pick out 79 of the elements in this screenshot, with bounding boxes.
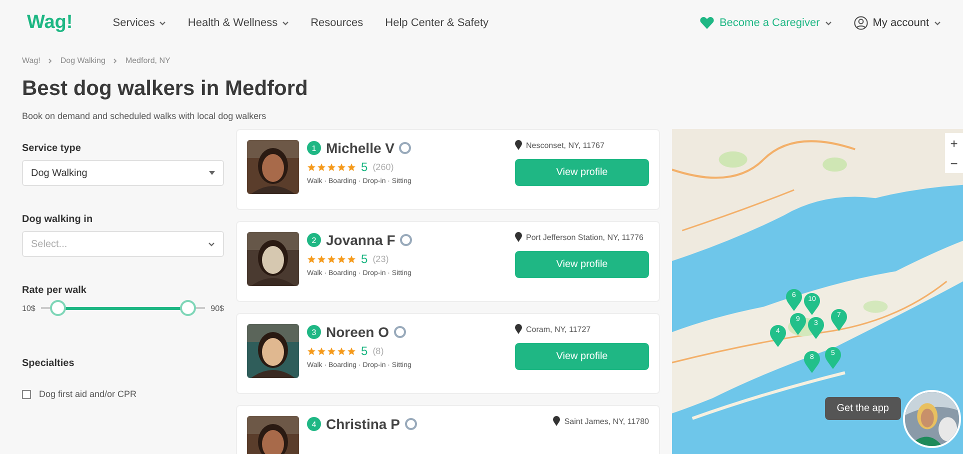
rank-badge: 1 (307, 141, 321, 155)
info-icon[interactable] (399, 142, 412, 154)
filter-label: Service type (22, 143, 82, 154)
rate-slider[interactable] (41, 302, 205, 314)
min-rate: 10$ (22, 304, 36, 312)
account-menu[interactable]: My account (854, 16, 941, 30)
chevron-right-icon (113, 58, 118, 64)
location-pin-icon (515, 324, 522, 334)
star-icon (317, 162, 326, 172)
rating: 5 (361, 344, 368, 358)
location-pin-icon (515, 140, 522, 150)
walker-location: Port Jefferson Station, NY, 11776 (526, 232, 644, 242)
location-pin-icon (553, 416, 560, 426)
view-profile-button[interactable]: View profile (515, 343, 649, 370)
chevron-down-icon (282, 20, 289, 26)
filter-label: Rate per walk (22, 285, 88, 296)
star-icon (307, 162, 316, 172)
star-icon (307, 254, 316, 264)
star-icon (337, 162, 346, 172)
walker-location: Saint James, NY, 11780 (564, 416, 649, 426)
service-type-select[interactable]: Dog Walking (22, 160, 224, 186)
chevron-down-icon (824, 20, 832, 26)
checkbox[interactable] (22, 390, 31, 398)
review-count: (23) (372, 254, 389, 264)
nav-link[interactable]: Resources (310, 17, 364, 29)
checkbox-label: Dog first aid and/or CPR (39, 389, 137, 399)
breadcrumb-link[interactable]: Wag! (22, 56, 40, 65)
chevron-down-icon (934, 20, 941, 26)
page-title: Best dog walkers in Medford (22, 77, 309, 101)
star-icon (347, 346, 356, 356)
star-icon (337, 346, 346, 356)
rank-badge: 2 (307, 233, 321, 247)
star-icon (317, 254, 326, 264)
caret-icon (209, 171, 215, 175)
breadcrumb-link[interactable]: Dog Walking (60, 56, 106, 65)
user-icon (854, 16, 868, 30)
walker-location: Nesconset, NY, 11767 (526, 140, 604, 150)
slider-thumb[interactable] (50, 300, 66, 316)
walker-name[interactable]: Noreen O (326, 324, 390, 340)
walker-name[interactable]: Christina P (326, 416, 400, 432)
star-icon (327, 254, 336, 264)
location-select[interactable]: Select... (22, 231, 224, 257)
heart-icon (700, 17, 714, 29)
info-icon[interactable] (394, 326, 406, 338)
star-icon (317, 346, 326, 356)
chevron-down-icon (208, 242, 215, 246)
chevron-right-icon (48, 58, 52, 64)
nav-link[interactable]: Health & Wellness (188, 17, 289, 29)
info-icon[interactable] (404, 418, 417, 430)
walker-name[interactable]: Michelle V (326, 140, 394, 156)
view-profile-button[interactable]: View profile (515, 159, 649, 186)
nav-link[interactable]: Services (112, 17, 166, 29)
star-icon (327, 162, 336, 172)
chevron-down-icon (158, 20, 166, 26)
view-profile-button[interactable]: View profile (515, 251, 649, 278)
star-icon (337, 254, 346, 264)
star-icon (347, 254, 356, 264)
caregiver-link[interactable]: Become a Caregiver (700, 17, 832, 29)
logo[interactable]: Wag! (27, 12, 73, 34)
rating: 5 (361, 252, 368, 266)
review-count: (260) (372, 162, 394, 172)
info-icon[interactable] (400, 234, 412, 246)
star-icon (327, 346, 336, 356)
location-pin-icon (515, 232, 522, 242)
filter-label: Dog walking in (22, 214, 94, 225)
star-icon (307, 346, 316, 356)
walker-location: Coram, NY, 11727 (526, 324, 591, 334)
rating: 5 (361, 160, 368, 174)
page-subtitle: Book on demand and scheduled walks with local dog walkers (22, 111, 268, 121)
filter-label: Specialties (22, 358, 76, 369)
review-count: (8) (372, 346, 384, 356)
slider-thumb[interactable] (180, 300, 196, 316)
rank-badge: 3 (307, 325, 321, 339)
nav-link[interactable]: Help Center & Safety (385, 17, 489, 29)
walker-name[interactable]: Jovanna F (326, 232, 396, 248)
rank-badge: 4 (307, 417, 321, 431)
star-icon (347, 162, 356, 172)
breadcrumb-link[interactable]: Medford, NY (125, 56, 170, 65)
max-rate: 90$ (210, 304, 224, 312)
